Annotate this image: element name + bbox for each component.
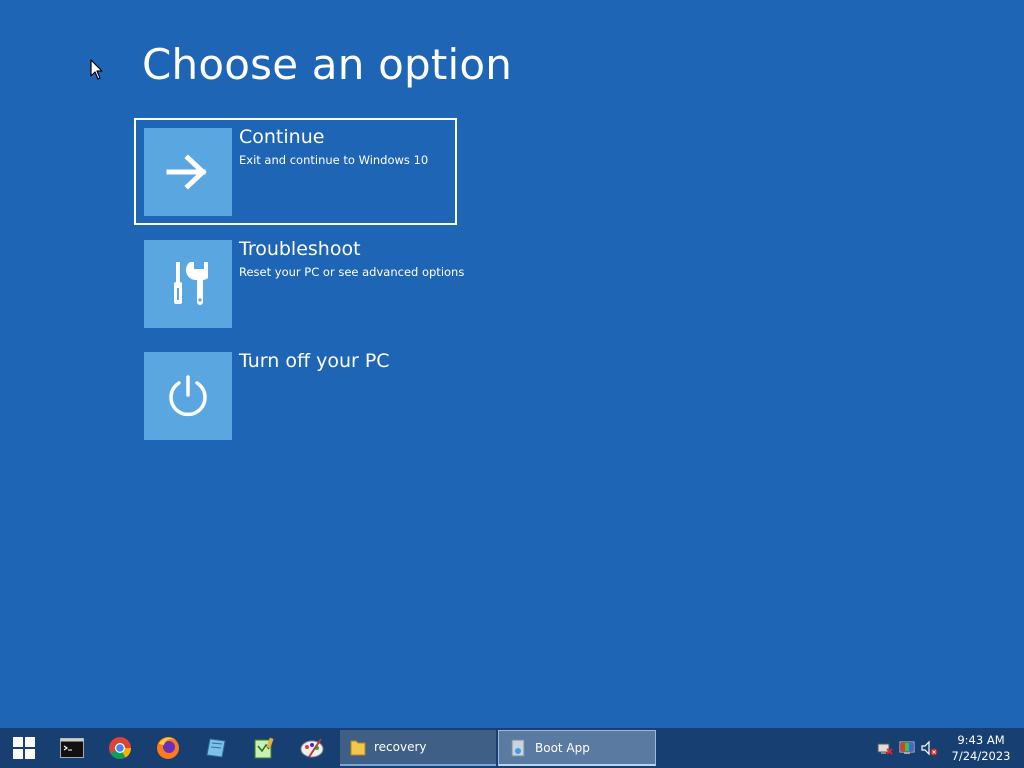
volume-muted-icon[interactable] [918,728,940,768]
task-label-boot-app: Boot App [535,740,590,755]
system-tray: 9:43 AM 7/24/2023 [874,728,1024,768]
turn-off-title: Turn off your PC [239,350,390,372]
troubleshoot-option[interactable]: Troubleshoot Reset your PC or see advanc… [134,230,464,337]
tools-icon [144,240,232,328]
clock-date: 7/24/2023 [951,749,1011,763]
clock-time: 9:43 AM [957,733,1005,747]
turn-off-option[interactable]: Turn off your PC [134,342,457,449]
continue-title: Continue [239,126,325,148]
taskbar-task-boot-app[interactable]: Boot App [498,730,656,766]
taskbar: recovery Boot App 9:43 AM 7/24/2023 [0,728,1024,768]
page-title: Choose an option [142,40,513,89]
troubleshoot-description: Reset your PC or see advanced options [239,265,465,279]
folder-icon [350,740,366,756]
color-display-icon[interactable] [896,728,918,768]
troubleshoot-title: Troubleshoot [239,238,361,260]
boot-app-icon [511,739,525,756]
network-icon[interactable] [874,728,896,768]
chrome-icon[interactable] [96,728,144,768]
taskbar-clock[interactable]: 9:43 AM 7/24/2023 [946,732,1016,764]
task-label-recovery: recovery [374,740,427,754]
power-icon [144,352,232,440]
continue-description: Exit and continue to Windows 10 [239,153,429,167]
command-prompt-icon[interactable] [48,728,96,768]
continue-option[interactable]: Continue Exit and continue to Windows 10 [134,118,457,225]
taskbar-task-recovery[interactable]: recovery [340,730,496,766]
mouse-cursor-icon [90,59,103,80]
firefox-icon[interactable] [144,728,192,768]
notepad-icon[interactable] [240,728,288,768]
windows-start-icon[interactable] [0,728,48,768]
paint-icon[interactable] [288,728,336,768]
notebook-icon[interactable] [192,728,240,768]
arrow-right-icon [144,128,232,216]
